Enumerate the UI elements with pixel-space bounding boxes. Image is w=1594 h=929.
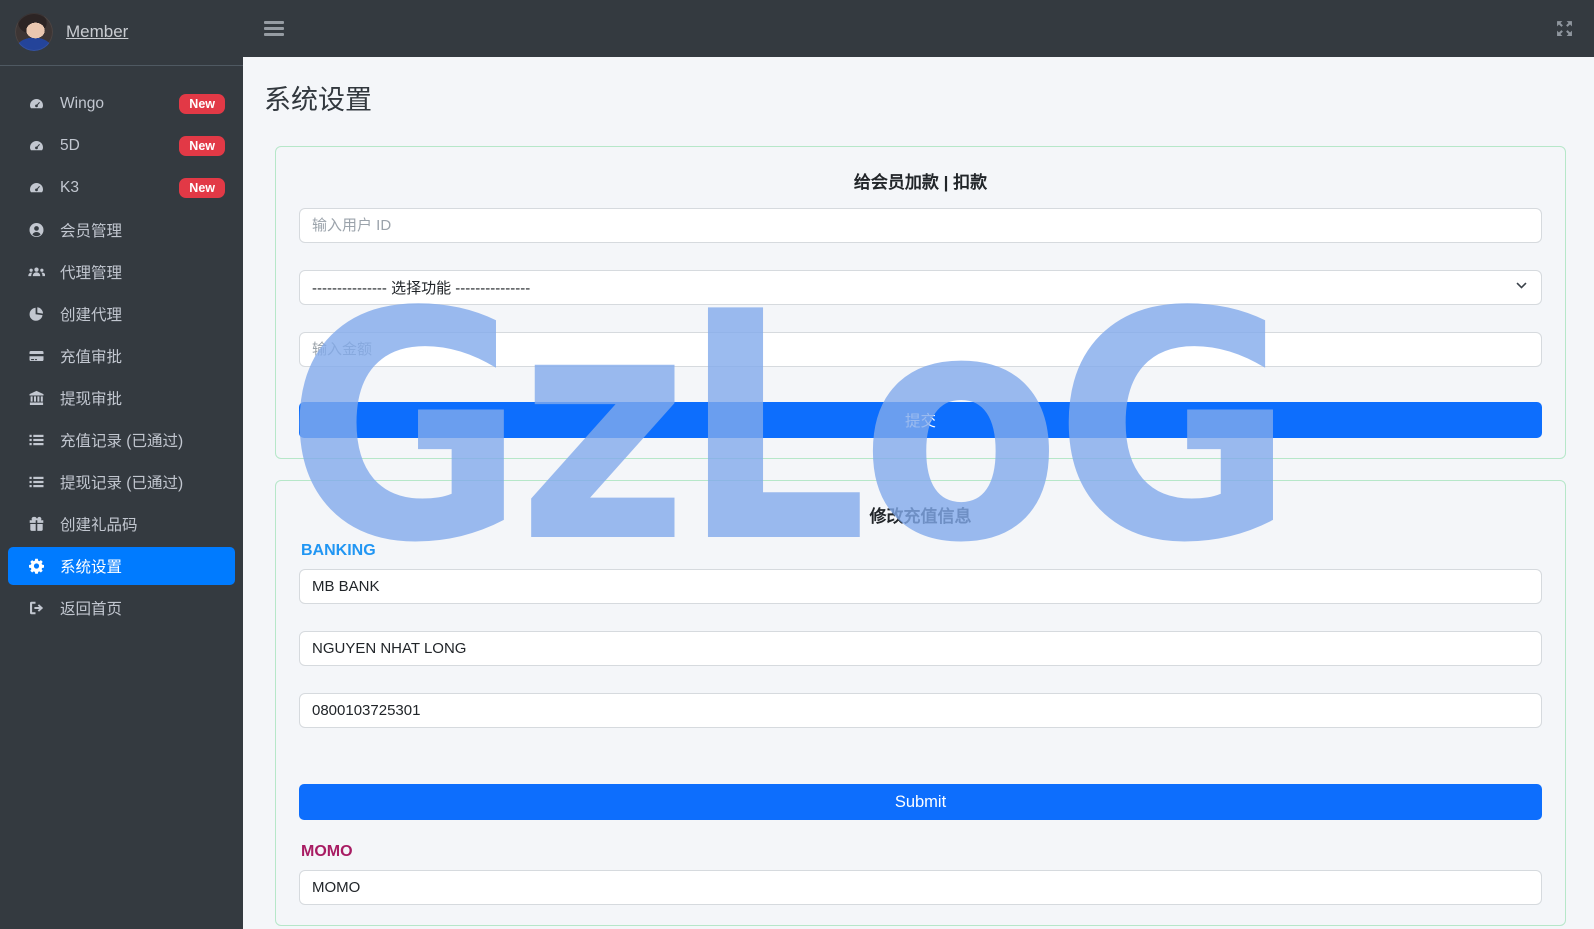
sidebar-item-label: 创建代理 xyxy=(60,307,123,324)
sidebar-item-recharge-records[interactable]: 充值记录 (已通过) xyxy=(8,421,235,459)
sidebar-item-label: 5D xyxy=(60,137,80,154)
sidebar-user-panel: Member xyxy=(0,0,243,66)
sidebar-item-label: 代理管理 xyxy=(60,265,123,282)
member-balance-card: 给会员加款 | 扣款 --------------- 选择功能 --------… xyxy=(275,146,1566,459)
menu-toggle-icon[interactable] xyxy=(264,21,284,36)
avatar xyxy=(15,13,53,51)
sidebar-item-label: 系统设置 xyxy=(60,559,123,576)
sidebar-item-back-home[interactable]: 返回首页 xyxy=(8,589,235,627)
sidebar-item-member-management[interactable]: 会员管理 xyxy=(8,211,235,249)
tachometer-icon xyxy=(25,96,47,112)
sign-out-icon xyxy=(25,600,47,616)
tachometer-icon xyxy=(25,138,47,154)
function-select-value: --------------- 选择功能 --------------- xyxy=(312,280,531,297)
sidebar-item-label: K3 xyxy=(60,179,79,196)
sidebar-item-withdraw-approval[interactable]: 提现审批 xyxy=(8,379,235,417)
users-icon xyxy=(25,264,47,280)
account-name-input[interactable] xyxy=(299,631,1542,666)
sidebar-item-5d[interactable]: 5D New xyxy=(8,127,235,165)
recharge-info-card-title: 修改充值信息 xyxy=(869,507,972,526)
sidebar-item-label: 会员管理 xyxy=(60,223,123,240)
sidebar-item-label: 创建礼品码 xyxy=(60,517,138,534)
topbar xyxy=(243,0,1594,57)
new-badge: New xyxy=(179,177,225,199)
member-profile-link[interactable]: Member xyxy=(66,22,128,42)
sidebar-item-label: 充值记录 (已通过) xyxy=(60,433,184,450)
sidebar-item-label: Wingo xyxy=(60,95,104,112)
submit-recharge-button[interactable]: Submit xyxy=(299,784,1542,820)
member-balance-card-title: 给会员加款 | 扣款 xyxy=(853,173,988,192)
sidebar-item-withdraw-records[interactable]: 提现记录 (已通过) xyxy=(8,463,235,501)
sidebar-item-create-agent[interactable]: 创建代理 xyxy=(8,295,235,333)
banking-label: BANKING xyxy=(301,542,376,559)
user-circle-icon xyxy=(25,222,47,238)
sidebar-item-label: 返回首页 xyxy=(60,601,123,618)
sidebar: Member Wingo New 5D New K3 New 会员管理代理管理创建代理充值审… xyxy=(0,0,243,929)
bank-name-input[interactable] xyxy=(299,569,1542,604)
page-title: 系统设置 xyxy=(264,85,372,115)
sidebar-item-create-gift-code[interactable]: 创建礼品码 xyxy=(8,505,235,543)
sidebar-nav: Wingo New 5D New K3 New 会员管理代理管理创建代理充值审批提现审批充值… xyxy=(0,66,243,627)
submit-balance-button[interactable]: 提交 xyxy=(299,402,1542,438)
sidebar-item-k3[interactable]: K3 New xyxy=(8,169,235,207)
recharge-info-card: 修改充值信息 BANKING Submit MOMO xyxy=(275,480,1566,926)
sidebar-item-system-settings[interactable]: 系统设置 xyxy=(8,547,235,585)
sidebar-item-label: 提现记录 (已通过) xyxy=(60,475,184,492)
chart-pie-icon xyxy=(25,306,47,322)
fullscreen-icon[interactable] xyxy=(1556,20,1573,37)
sidebar-item-agent-management[interactable]: 代理管理 xyxy=(8,253,235,291)
momo-input[interactable] xyxy=(299,870,1542,905)
user-id-input[interactable] xyxy=(299,208,1542,243)
credit-card-icon xyxy=(25,348,47,364)
sidebar-item-label: 充值审批 xyxy=(60,349,123,366)
list-icon xyxy=(25,474,47,490)
amount-input[interactable] xyxy=(299,332,1542,367)
sidebar-item-recharge-approval[interactable]: 充值审批 xyxy=(8,337,235,375)
account-number-input[interactable] xyxy=(299,693,1542,728)
new-badge: New xyxy=(179,135,225,157)
chevron-down-icon xyxy=(1515,279,1528,296)
gear-icon xyxy=(25,558,47,574)
gift-icon xyxy=(25,516,47,532)
main-content: 系统设置 给会员加款 | 扣款 --------------- 选择功能 ---… xyxy=(243,57,1594,929)
sidebar-item-wingo[interactable]: Wingo New xyxy=(8,85,235,123)
momo-label: MOMO xyxy=(301,843,353,860)
tachometer-icon xyxy=(25,180,47,196)
bank-icon xyxy=(25,390,47,406)
function-select[interactable]: --------------- 选择功能 --------------- xyxy=(299,270,1542,305)
sidebar-item-label: 提现审批 xyxy=(60,391,123,408)
new-badge: New xyxy=(179,93,225,115)
list-icon xyxy=(25,432,47,448)
